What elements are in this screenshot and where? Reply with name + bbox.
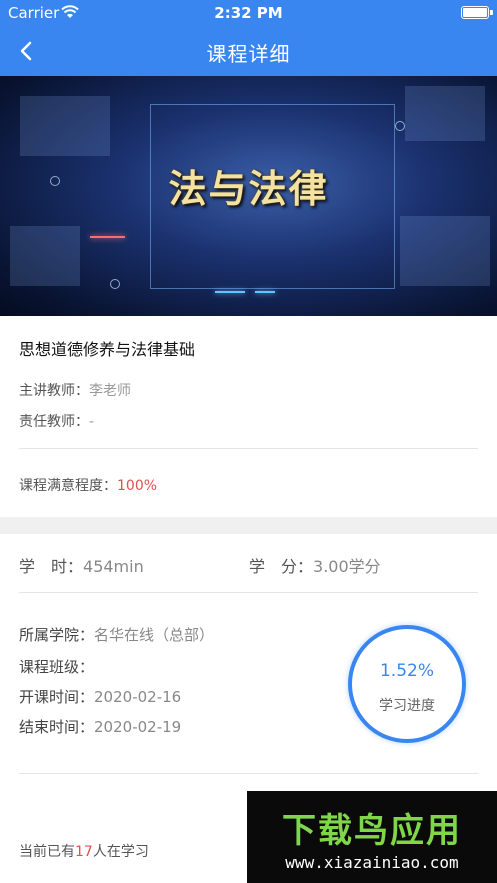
banner-dot	[395, 121, 405, 131]
hours-label: 学 时：	[19, 557, 84, 576]
class-row: 课程班级：	[19, 656, 94, 677]
start-date-value: 2020-02-16	[94, 688, 182, 706]
banner-panel	[405, 86, 485, 141]
learners-prefix: 当前已有	[19, 844, 75, 860]
hours-stat: 学 时：454min	[19, 553, 144, 577]
study-progress-ring: 1.52% 学习进度	[348, 625, 466, 743]
responsible-value: -	[89, 414, 95, 430]
start-date-label: 开课时间：	[19, 688, 95, 706]
page-title: 课程详细	[206, 42, 291, 66]
end-date-label: 结束时间：	[19, 718, 95, 736]
credits-label: 学 分：	[249, 557, 314, 576]
section-gap	[0, 517, 497, 534]
banner-panel	[400, 216, 490, 286]
end-date-value: 2020-02-19	[94, 718, 182, 736]
battery-icon	[461, 6, 489, 19]
nav-bar: 课程详细	[0, 26, 497, 76]
learners-number: 17	[75, 844, 93, 860]
college-label: 所属学院：	[19, 626, 95, 644]
responsible-row: 责任教师：-	[19, 411, 94, 431]
watermark-brand: 下载鸟应用	[282, 811, 462, 851]
hours-value: 454min	[83, 557, 144, 576]
battery-tip	[490, 10, 493, 15]
course-name: 思想道德修养与法律基础	[19, 340, 196, 359]
divider	[19, 448, 478, 449]
college-row: 所属学院：名华在线（总部）	[19, 624, 214, 645]
banner-panel	[10, 226, 80, 286]
lecturer-value: 李老师	[89, 383, 131, 399]
status-bar: Carrier 2:32 PM	[0, 0, 497, 26]
college-value: 名华在线（总部）	[94, 626, 215, 644]
banner-dot	[110, 279, 120, 289]
clock: 2:32 PM	[214, 4, 283, 22]
learners-count: 当前已有17人在学习	[19, 841, 149, 861]
satisfaction-value: 100%	[117, 478, 158, 494]
satisfaction-row: 课程满意程度：100%	[19, 475, 157, 495]
learners-suffix: 人在学习	[92, 844, 149, 860]
satisfaction-label: 课程满意程度：	[19, 478, 117, 494]
banner-panel	[20, 96, 110, 156]
course-banner-image: 法与法律	[0, 76, 497, 316]
responsible-label: 责任教师：	[19, 414, 89, 430]
banner-glow-line	[255, 291, 275, 293]
credits-value: 3.00学分	[313, 557, 381, 576]
start-date-row: 开课时间：2020-02-16	[19, 686, 181, 707]
end-date-row: 结束时间：2020-02-19	[19, 716, 181, 737]
class-label: 课程班级：	[19, 658, 95, 676]
divider	[19, 773, 478, 774]
watermark: 下载鸟应用 www.xiazainiao.com	[247, 791, 497, 883]
banner-title: 法与法律	[168, 166, 329, 211]
divider	[19, 592, 478, 593]
lecturer-label: 主讲教师：	[19, 383, 89, 399]
banner-glow-line	[90, 236, 125, 238]
watermark-url: www.xiazainiao.com	[285, 853, 459, 872]
lecturer-row: 主讲教师：李老师	[19, 380, 131, 400]
credits-stat: 学 分：3.00学分	[249, 553, 381, 577]
banner-glow-line	[215, 291, 245, 293]
progress-percent: 1.52%	[379, 661, 434, 681]
progress-label: 学习进度	[379, 698, 435, 714]
